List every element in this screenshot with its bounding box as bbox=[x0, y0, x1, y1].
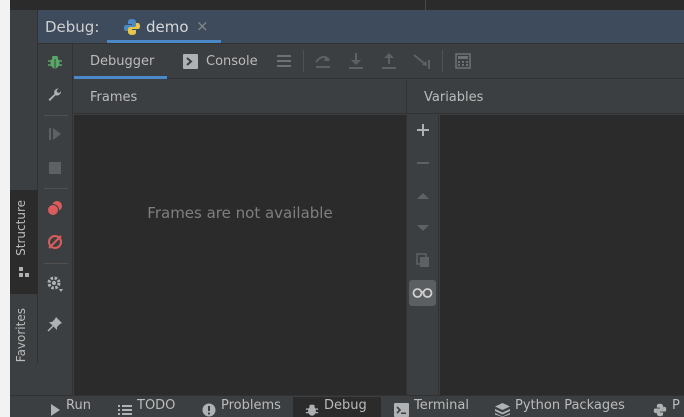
toolbar-separator bbox=[44, 263, 68, 264]
arrow-down-icon bbox=[417, 225, 429, 231]
list-icon bbox=[118, 405, 132, 415]
structure-icon bbox=[19, 267, 29, 277]
tool-window-terminal-label: Terminal bbox=[414, 398, 469, 413]
move-watch-down-button[interactable] bbox=[412, 217, 434, 239]
view-breakpoints-button[interactable] bbox=[44, 197, 66, 219]
tool-window-todo[interactable]: TODO bbox=[118, 398, 175, 417]
rerun-debug-button[interactable] bbox=[44, 51, 66, 73]
gear-icon bbox=[47, 276, 63, 292]
move-watch-up-button[interactable] bbox=[412, 185, 434, 207]
bug-icon bbox=[305, 404, 319, 416]
run-to-cursor-button[interactable] bbox=[411, 50, 433, 72]
toolbar-separator bbox=[44, 188, 68, 189]
tab-console-label: Console bbox=[206, 54, 258, 69]
tool-window-python-console[interactable]: P bbox=[653, 398, 680, 417]
stop-button[interactable] bbox=[44, 157, 66, 179]
favorites-tab-label: Favorites bbox=[14, 308, 28, 363]
toolbar-separator bbox=[303, 50, 304, 72]
tool-window-python-packages-label: Python Packages bbox=[515, 398, 625, 413]
toolbar-separator bbox=[442, 50, 443, 72]
minus-icon bbox=[417, 162, 429, 164]
step-out-button[interactable] bbox=[378, 50, 400, 72]
step-over-button[interactable] bbox=[312, 50, 334, 72]
mute-breakpoints-button[interactable] bbox=[44, 231, 66, 253]
new-watch-button[interactable] bbox=[412, 119, 434, 141]
stop-icon bbox=[49, 162, 61, 174]
close-icon[interactable]: × bbox=[196, 17, 209, 35]
menu-lines-icon bbox=[277, 55, 291, 67]
tool-window-debug[interactable]: Debug bbox=[305, 398, 367, 417]
toolbar-separator bbox=[44, 115, 68, 116]
editor-divider bbox=[425, 0, 426, 10]
python-icon bbox=[124, 19, 140, 35]
problems-icon bbox=[202, 403, 216, 417]
frames-empty-message: Frames are not available bbox=[147, 204, 333, 222]
duplicate-watch-button[interactable] bbox=[412, 249, 434, 271]
step-into-button[interactable] bbox=[345, 50, 367, 72]
breakpoints-icon bbox=[47, 201, 62, 216]
tool-window-problems-label: Problems bbox=[221, 398, 281, 413]
tool-window-terminal[interactable]: Terminal bbox=[394, 398, 469, 417]
show-watches-toggle[interactable] bbox=[409, 280, 436, 306]
frames-panel-title: Frames bbox=[90, 90, 138, 105]
frames-list[interactable] bbox=[74, 115, 406, 395]
tool-window-run-label: Run bbox=[66, 398, 91, 413]
tool-window-run[interactable]: Run bbox=[49, 398, 91, 417]
terminal-icon bbox=[394, 403, 409, 417]
python-icon bbox=[653, 403, 667, 417]
console-icon bbox=[183, 54, 198, 69]
resume-icon bbox=[49, 128, 61, 140]
run-icon bbox=[51, 404, 60, 416]
arrow-up-icon bbox=[417, 193, 429, 199]
tool-window-python-packages[interactable]: Python Packages bbox=[495, 398, 625, 417]
copy-icon bbox=[416, 253, 429, 267]
session-tab-label: demo bbox=[146, 18, 189, 36]
mute-breakpoints-icon bbox=[48, 235, 62, 249]
variables-panel-title: Variables bbox=[424, 90, 484, 105]
tool-window-problems[interactable]: Problems bbox=[202, 398, 281, 417]
bug-icon bbox=[48, 56, 62, 69]
resume-button[interactable] bbox=[44, 123, 66, 145]
active-tab-indicator bbox=[74, 76, 167, 79]
packages-icon bbox=[495, 403, 510, 417]
pin-icon bbox=[47, 317, 62, 332]
structure-side-tab[interactable]: Structure bbox=[10, 190, 38, 294]
tool-window-todo-label: TODO bbox=[137, 398, 176, 413]
pin-tab-button[interactable] bbox=[44, 313, 66, 335]
modify-run-config-button[interactable] bbox=[44, 84, 66, 106]
tab-debugger-label: Debugger bbox=[90, 54, 155, 69]
evaluate-expression-button[interactable] bbox=[452, 50, 474, 72]
settings-button[interactable] bbox=[44, 273, 66, 295]
frames-layout-button[interactable] bbox=[273, 50, 295, 72]
plus-icon bbox=[417, 124, 429, 136]
active-session-indicator bbox=[107, 40, 221, 43]
editor-area-edge bbox=[10, 0, 684, 10]
tool-window-python-console-label: P bbox=[672, 398, 680, 413]
variables-tree[interactable] bbox=[440, 115, 684, 395]
tool-window-debug-label: Debug bbox=[324, 398, 367, 413]
calculator-icon bbox=[455, 53, 471, 69]
step-out-icon bbox=[382, 53, 396, 69]
run-to-cursor-icon bbox=[413, 54, 430, 69]
window-edge bbox=[0, 0, 10, 417]
debug-title: Debug: bbox=[45, 18, 100, 36]
structure-tab-label: Structure bbox=[14, 200, 28, 256]
remove-watch-button[interactable] bbox=[412, 152, 434, 174]
glasses-icon bbox=[412, 288, 433, 298]
wrench-icon bbox=[48, 88, 62, 101]
step-into-icon bbox=[349, 53, 363, 69]
side-bar-bottom bbox=[10, 363, 38, 395]
step-over-icon bbox=[315, 56, 330, 68]
